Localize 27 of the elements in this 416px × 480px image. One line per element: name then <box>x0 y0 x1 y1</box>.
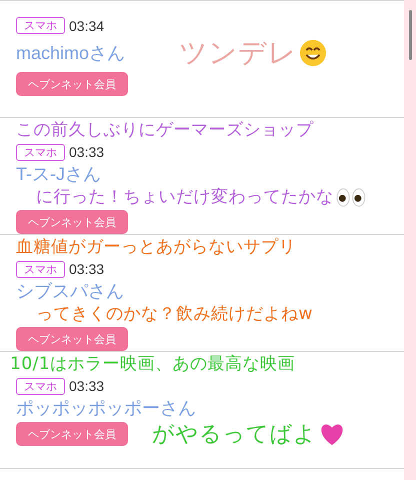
member-button[interactable]: ヘブンネット会員 <box>16 327 128 352</box>
caption-text: ツンデレ <box>179 37 298 70</box>
caption-text: に行った！ちょいだけ変わってたかな <box>36 188 334 208</box>
user-name[interactable]: machimoさん <box>16 42 126 64</box>
user-name[interactable]: シブスパさん <box>16 280 396 302</box>
member-button[interactable]: ヘブンネット会員 <box>16 72 128 96</box>
post-time: 03:33 <box>69 261 104 278</box>
caption-text: ってきくのかな？飲み続けだよねw <box>36 304 313 324</box>
device-tag: スマホ <box>16 144 65 161</box>
post-time: 03:34 <box>69 18 104 34</box>
post-time: 03:33 <box>69 144 104 160</box>
device-tag: スマホ <box>16 378 65 395</box>
caption-text: この前久しぶりにゲーマーズショップ <box>16 121 314 141</box>
caption-text: 血糖値がガーっとあがらないサプリ <box>16 238 296 258</box>
caption-text: がやるってばよ <box>152 422 316 447</box>
eyes-icon <box>336 188 366 207</box>
heart-icon <box>318 422 344 446</box>
scrollbar-thumb[interactable] <box>409 10 412 60</box>
device-tag: スマホ <box>16 17 65 34</box>
user-name[interactable]: T-ス-Jさん <box>16 164 396 185</box>
smiley-icon <box>299 39 328 68</box>
caption-text: 10/1はホラー映画、あの最高な映画 <box>10 355 296 375</box>
member-button[interactable]: ヘブンネット会員 <box>16 210 128 234</box>
member-button[interactable]: ヘブンネット会員 <box>16 422 128 446</box>
user-name[interactable]: ポッポッポッポーさん <box>16 398 396 419</box>
device-tag: スマホ <box>16 260 65 278</box>
post-time: 03:33 <box>69 378 104 394</box>
